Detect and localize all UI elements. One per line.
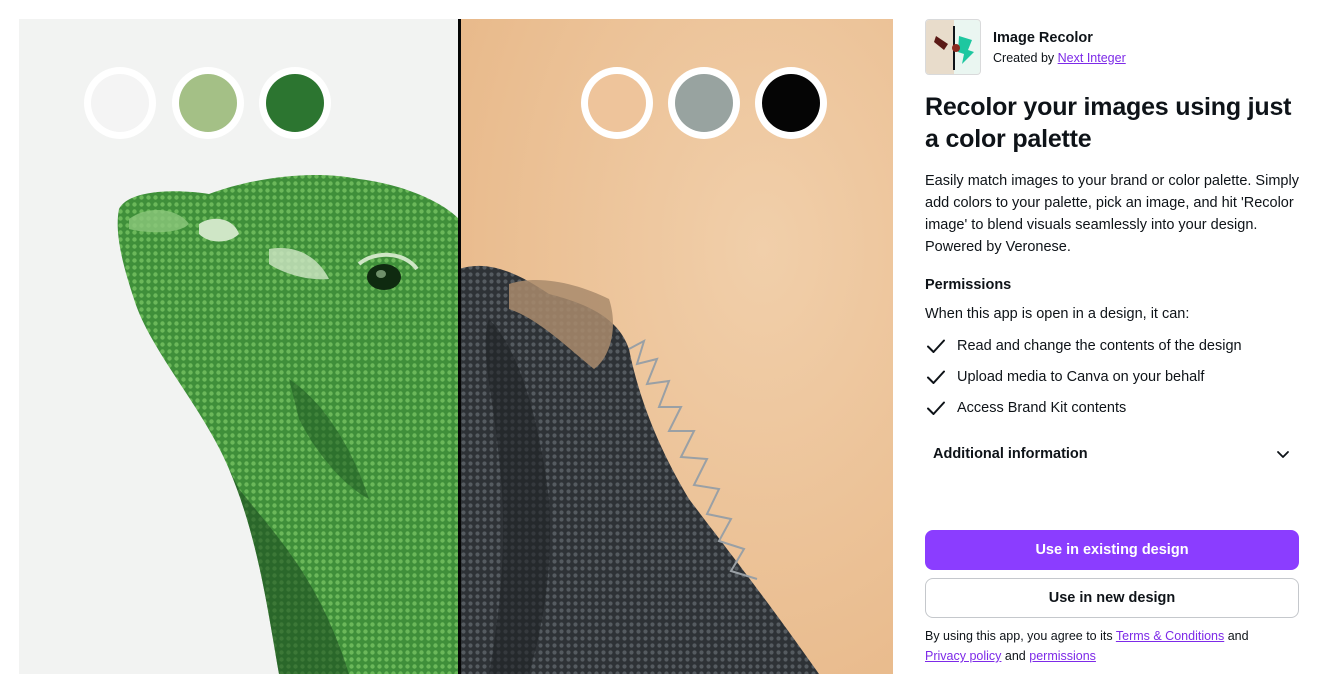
preview-image (19, 19, 893, 674)
permission-item: Read and change the contents of the desi… (925, 330, 1299, 361)
permission-label: Upload media to Canva on your behalf (957, 368, 1205, 385)
terms-link[interactable]: Terms & Conditions (1116, 629, 1224, 643)
legal-notice: By using this app, you agree to its Term… (925, 626, 1299, 666)
legal-and: and (1227, 629, 1249, 643)
use-in-new-design-button[interactable]: Use in new design (925, 578, 1299, 618)
app-header: Image Recolor Created by Next Integer (925, 19, 1299, 75)
permissions-link[interactable]: permissions (1029, 649, 1096, 663)
created-by-label: Created by (993, 50, 1055, 65)
privacy-policy-link[interactable]: Privacy policy (925, 649, 1001, 663)
legal-prefix: By using this app, you agree to its (925, 629, 1113, 643)
check-icon (927, 401, 945, 415)
permissions-heading: Permissions (925, 277, 1012, 293)
additional-information-toggle[interactable]: Additional information (925, 438, 1299, 470)
permission-label: Access Brand Kit contents (957, 399, 1127, 416)
iguana-before-after-illustration (19, 19, 893, 674)
app-creator-line: Created by Next Integer (993, 49, 1126, 67)
legal-and: and (1004, 649, 1026, 663)
permission-item: Upload media to Canva on your behalf (925, 361, 1299, 392)
app-description: Easily match images to your brand or col… (925, 173, 1299, 255)
left-palette (84, 67, 331, 139)
before-after-divider (458, 19, 461, 674)
chevron-down-icon (1277, 451, 1289, 458)
permission-label: Read and change the contents of the desi… (957, 337, 1242, 354)
check-icon (927, 370, 945, 384)
use-in-existing-design-button[interactable]: Use in existing design (925, 530, 1299, 570)
app-details-panel: Image Recolor Created by Next Integer Re… (925, 19, 1299, 663)
check-icon (927, 339, 945, 353)
page-title: Recolor your images using just a color p… (925, 93, 1292, 153)
permissions-list: Read and change the contents of the desi… (925, 330, 1299, 423)
creator-link[interactable]: Next Integer (1058, 51, 1126, 65)
permissions-intro: When this app is open in a design, it ca… (925, 306, 1190, 322)
app-name: Image Recolor (993, 29, 1093, 46)
additional-information-label: Additional information (933, 446, 1088, 462)
right-palette (581, 67, 827, 139)
permission-item: Access Brand Kit contents (925, 392, 1299, 423)
recolor-logo-icon (925, 19, 981, 75)
